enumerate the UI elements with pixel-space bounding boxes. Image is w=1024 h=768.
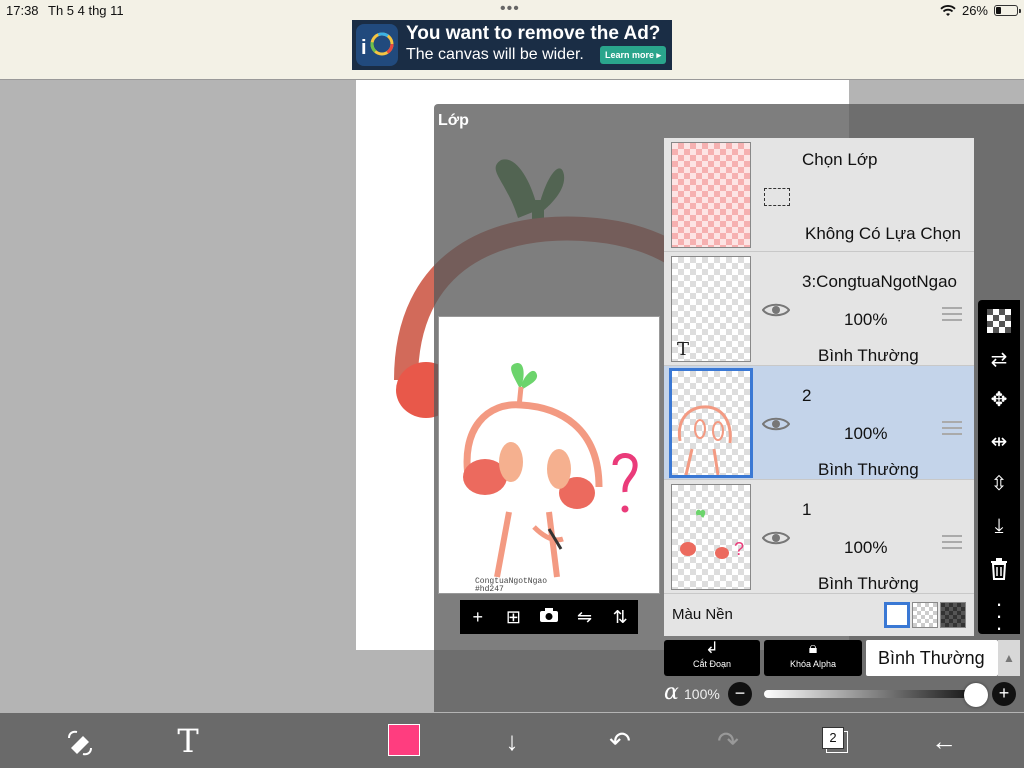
layer-name: 1 bbox=[802, 500, 812, 519]
current-color-swatch[interactable] bbox=[388, 724, 420, 756]
lock-icon: 🔒︎ bbox=[808, 640, 818, 657]
background-transparent-swatch[interactable] bbox=[912, 602, 938, 628]
layer-count: 2 bbox=[822, 727, 844, 749]
alpha-value: 100% bbox=[684, 686, 720, 702]
download-arrow-icon[interactable]: ↓ bbox=[492, 725, 532, 757]
clipping-button[interactable]: ↲ Cắt Đoạn bbox=[664, 640, 760, 676]
status-date: Th 5 4 thg 11 bbox=[48, 3, 124, 18]
layer-thumbnail: ? bbox=[671, 484, 751, 590]
background-color-label: Màu Nền bbox=[672, 606, 733, 623]
selection-layer-thumbnail bbox=[671, 142, 751, 248]
background-dark-swatch[interactable] bbox=[940, 602, 966, 628]
svg-text:?: ? bbox=[734, 539, 744, 559]
clipping-arrow-icon: ↲ bbox=[705, 640, 719, 657]
layer-thumbnail: T bbox=[671, 256, 751, 362]
dialog-title: Lớp bbox=[438, 112, 469, 129]
layer-opacity: 100% bbox=[844, 310, 888, 329]
redo-icon[interactable]: ↷ bbox=[708, 725, 748, 757]
multitasking-handle[interactable]: ••• bbox=[500, 0, 520, 18]
duplicate-layer-icon[interactable]: ⊞ bbox=[499, 607, 527, 628]
layer-tools-sidebar: ⇄ ✥ ⇹ ⇳ ⤓ · · · bbox=[978, 300, 1020, 639]
layer-name: 2 bbox=[802, 386, 812, 405]
layer-opacity: 100% bbox=[844, 538, 888, 557]
merge-down-icon[interactable]: ⤓ bbox=[978, 508, 1020, 544]
wifi-icon bbox=[940, 4, 956, 16]
eye-icon[interactable] bbox=[762, 530, 790, 546]
layer-blend-mode: Bình Thường bbox=[818, 574, 919, 593]
blend-mode-select[interactable]: Bình Thường bbox=[866, 640, 998, 676]
layer-thumbnail bbox=[669, 368, 753, 478]
back-arrow-icon[interactable]: ← bbox=[924, 725, 964, 757]
background-white-swatch[interactable] bbox=[884, 602, 910, 628]
camera-icon[interactable] bbox=[535, 607, 563, 628]
drag-handle-icon[interactable] bbox=[942, 535, 962, 549]
clipping-label: Cắt Đoạn bbox=[692, 659, 732, 669]
drag-handle-icon[interactable] bbox=[942, 421, 962, 435]
flip-vertical-icon[interactable]: ⇳ bbox=[978, 466, 1020, 502]
layer-row[interactable]: ? 1 100% Bình Thường bbox=[664, 480, 974, 594]
layer-blend-mode: Bình Thường bbox=[818, 460, 919, 479]
layers-icon[interactable]: 2 bbox=[822, 727, 850, 755]
blend-mode-arrow-icon[interactable]: ▲ bbox=[998, 640, 1020, 676]
undo-icon[interactable]: ↶ bbox=[600, 725, 640, 757]
flip-horizontal-icon[interactable]: ⇋ bbox=[571, 607, 599, 628]
opacity-slider[interactable] bbox=[764, 690, 976, 698]
status-indicators: 26% bbox=[940, 3, 1021, 18]
alpha-symbol: α bbox=[664, 680, 679, 705]
svg-text:i: i bbox=[361, 37, 367, 59]
more-options-icon[interactable]: · · · bbox=[978, 592, 1020, 639]
checkerboard-icon[interactable] bbox=[978, 302, 1020, 338]
ad-title: You want to remove the Ad? bbox=[406, 23, 661, 44]
flip-vertical-icon[interactable]: ⇅ bbox=[606, 607, 634, 628]
opacity-decrease-button[interactable]: − bbox=[728, 682, 752, 706]
selection-layer-row[interactable]: Chọn Lớp Không Có Lựa Chọn bbox=[664, 138, 974, 252]
layer-name: 3:CongtuaNgotNgao bbox=[802, 272, 958, 291]
layer-opacity: 100% bbox=[844, 424, 888, 443]
preview-toolbar: + ⊞ ⇋ ⇅ bbox=[460, 600, 638, 634]
text-tool-icon[interactable]: T bbox=[168, 725, 208, 757]
app-logo-icon: i bbox=[356, 24, 398, 66]
ad-banner[interactable]: i You want to remove the Ad? The canvas … bbox=[352, 20, 672, 70]
eye-icon[interactable] bbox=[762, 302, 790, 318]
status-bar: 17:38 Th 5 4 thg 11 ••• 26% bbox=[0, 0, 1024, 20]
learn-more-button[interactable]: Learn more ▸ bbox=[600, 46, 666, 64]
opacity-slider-knob[interactable] bbox=[964, 683, 988, 707]
status-time: 17:38 bbox=[6, 3, 39, 18]
bottom-toolbar: T ↓ ↶ ↷ 2 ← bbox=[0, 713, 1024, 768]
preview-watermark-line2: #hd247 bbox=[475, 585, 504, 593]
drag-handle-icon[interactable] bbox=[942, 307, 962, 321]
trash-icon[interactable] bbox=[978, 550, 1020, 586]
battery-percent: 26% bbox=[961, 3, 988, 18]
selection-status: Không Có Lựa Chọn bbox=[805, 224, 961, 243]
eye-icon[interactable] bbox=[762, 416, 790, 432]
background-color-row: Màu Nền bbox=[664, 596, 974, 636]
preview-artwork: CongtuaNgotNgao #hd247 bbox=[463, 362, 638, 594]
layer-row-selected[interactable]: 2 100% Bình Thường bbox=[664, 366, 974, 480]
transform-eraser-icon[interactable] bbox=[60, 725, 100, 757]
text-layer-icon: T bbox=[677, 339, 690, 360]
add-layer-icon[interactable]: + bbox=[464, 607, 492, 628]
selection-layer-title: Chọn Lớp bbox=[802, 150, 878, 169]
alpha-lock-label: Khóa Alpha bbox=[789, 659, 837, 669]
opacity-increase-button[interactable]: + bbox=[992, 682, 1016, 706]
transfer-layer-icon[interactable]: ⇄ bbox=[978, 342, 1020, 378]
flip-horizontal-icon[interactable]: ⇹ bbox=[978, 424, 1020, 460]
layer-list: Chọn Lớp Không Có Lựa Chọn T 3:CongtuaNg… bbox=[664, 138, 974, 636]
ad-subtitle: The canvas will be wider. bbox=[406, 46, 584, 63]
battery-icon bbox=[994, 5, 1021, 16]
layers-dialog: Lớp CongtuaNgotNgao #hd247 + ⊞ ⇋ ⇅ Chọn … bbox=[434, 104, 1024, 712]
alpha-lock-button[interactable]: 🔒︎ Khóa Alpha bbox=[764, 640, 862, 676]
layer-blend-mode: Bình Thường bbox=[818, 346, 919, 365]
layer-row[interactable]: T 3:CongtuaNgotNgao 100% Bình Thường bbox=[664, 252, 974, 366]
selection-marquee-icon bbox=[764, 188, 790, 206]
canvas-preview[interactable]: CongtuaNgotNgao #hd247 bbox=[438, 316, 660, 594]
move-icon[interactable]: ✥ bbox=[978, 382, 1020, 418]
